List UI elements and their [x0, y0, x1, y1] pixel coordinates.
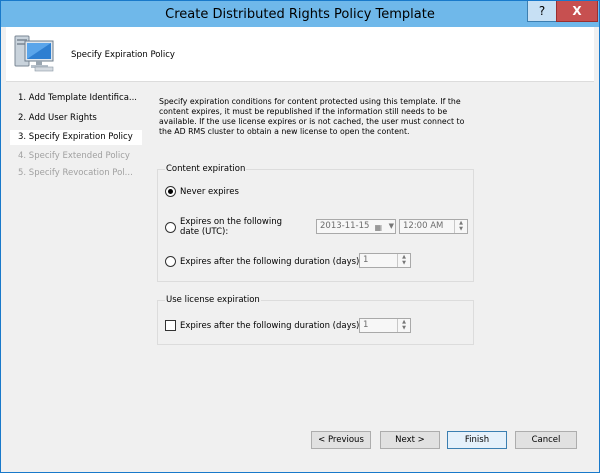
step-title: Specify Expiration Policy [71, 50, 175, 60]
wizard-steps: 1. Add Template Identifica... 2. Add Use… [6, 82, 144, 444]
content-pane: Specify expiration conditions for conten… [144, 82, 594, 444]
expiration-date-picker[interactable]: 2013-11-15 ▦ ▼ [316, 219, 396, 234]
title-bar[interactable]: Create Distributed Rights Policy Templat… [1, 1, 599, 27]
chevron-down-icon: ▼ [388, 222, 394, 230]
nav-step-4: 4. Specify Extended Policy [18, 151, 130, 161]
use-license-title: Use license expiration [165, 295, 261, 305]
expiration-date-value: 2013-11-15 [320, 221, 370, 231]
never-expires-label[interactable]: Never expires [180, 187, 239, 197]
use-license-duration-label[interactable]: Expires after the following duration (da… [180, 321, 362, 331]
use-license-duration-value: 1 [363, 320, 369, 330]
cancel-button[interactable]: Cancel [515, 431, 577, 449]
close-button[interactable]: X [556, 1, 598, 22]
window-title: Create Distributed Rights Policy Templat… [165, 7, 435, 22]
previous-button[interactable]: < Previous [311, 431, 371, 449]
use-license-duration-stepper[interactable]: 1 ▲ ▼ [359, 318, 411, 333]
expires-on-date-label[interactable]: Expires on the following date (UTC): [180, 217, 300, 237]
expires-after-duration-label[interactable]: Expires after the following duration (da… [180, 257, 362, 267]
expiration-time-value: 12:00 AM [403, 221, 444, 231]
nav-step-1[interactable]: 1. Add Template Identifica... [10, 91, 142, 106]
use-license-group: Use license expiration Expires after the… [157, 295, 474, 345]
wizard-header: Specify Expiration Policy [6, 27, 594, 82]
content-expiration-group: Content expiration Never expires Expires… [157, 164, 474, 282]
use-license-duration-spinner[interactable]: ▲ ▼ [397, 319, 410, 332]
use-license-checkbox[interactable] [165, 320, 176, 331]
computer-icon [14, 35, 54, 72]
content-duration-spinner[interactable]: ▲ ▼ [397, 254, 410, 267]
never-expires-radio[interactable] [165, 186, 176, 197]
description-text: Specify expiration conditions for conten… [159, 97, 465, 136]
content-duration-stepper[interactable]: 1 ▲ ▼ [359, 253, 411, 268]
expires-after-duration-radio[interactable] [165, 256, 176, 267]
nav-step-5: 5. Specify Revocation Pol... [18, 168, 133, 178]
expiration-time-picker[interactable]: 12:00 AM ▲ ▼ [399, 219, 468, 234]
calendar-icon: ▦ [374, 223, 382, 232]
time-spinner[interactable]: ▲ ▼ [454, 220, 467, 233]
wizard-window: Create Distributed Rights Policy Templat… [0, 0, 600, 473]
content-duration-value: 1 [363, 255, 369, 265]
next-button[interactable]: Next > [380, 431, 440, 449]
nav-step-2[interactable]: 2. Add User Rights [10, 111, 142, 126]
nav-step-3[interactable]: 3. Specify Expiration Policy [10, 130, 142, 145]
expires-on-date-radio[interactable] [165, 222, 176, 233]
content-expiration-title: Content expiration [165, 164, 247, 174]
finish-button[interactable]: Finish [447, 431, 507, 449]
help-button[interactable]: ? [527, 1, 557, 22]
